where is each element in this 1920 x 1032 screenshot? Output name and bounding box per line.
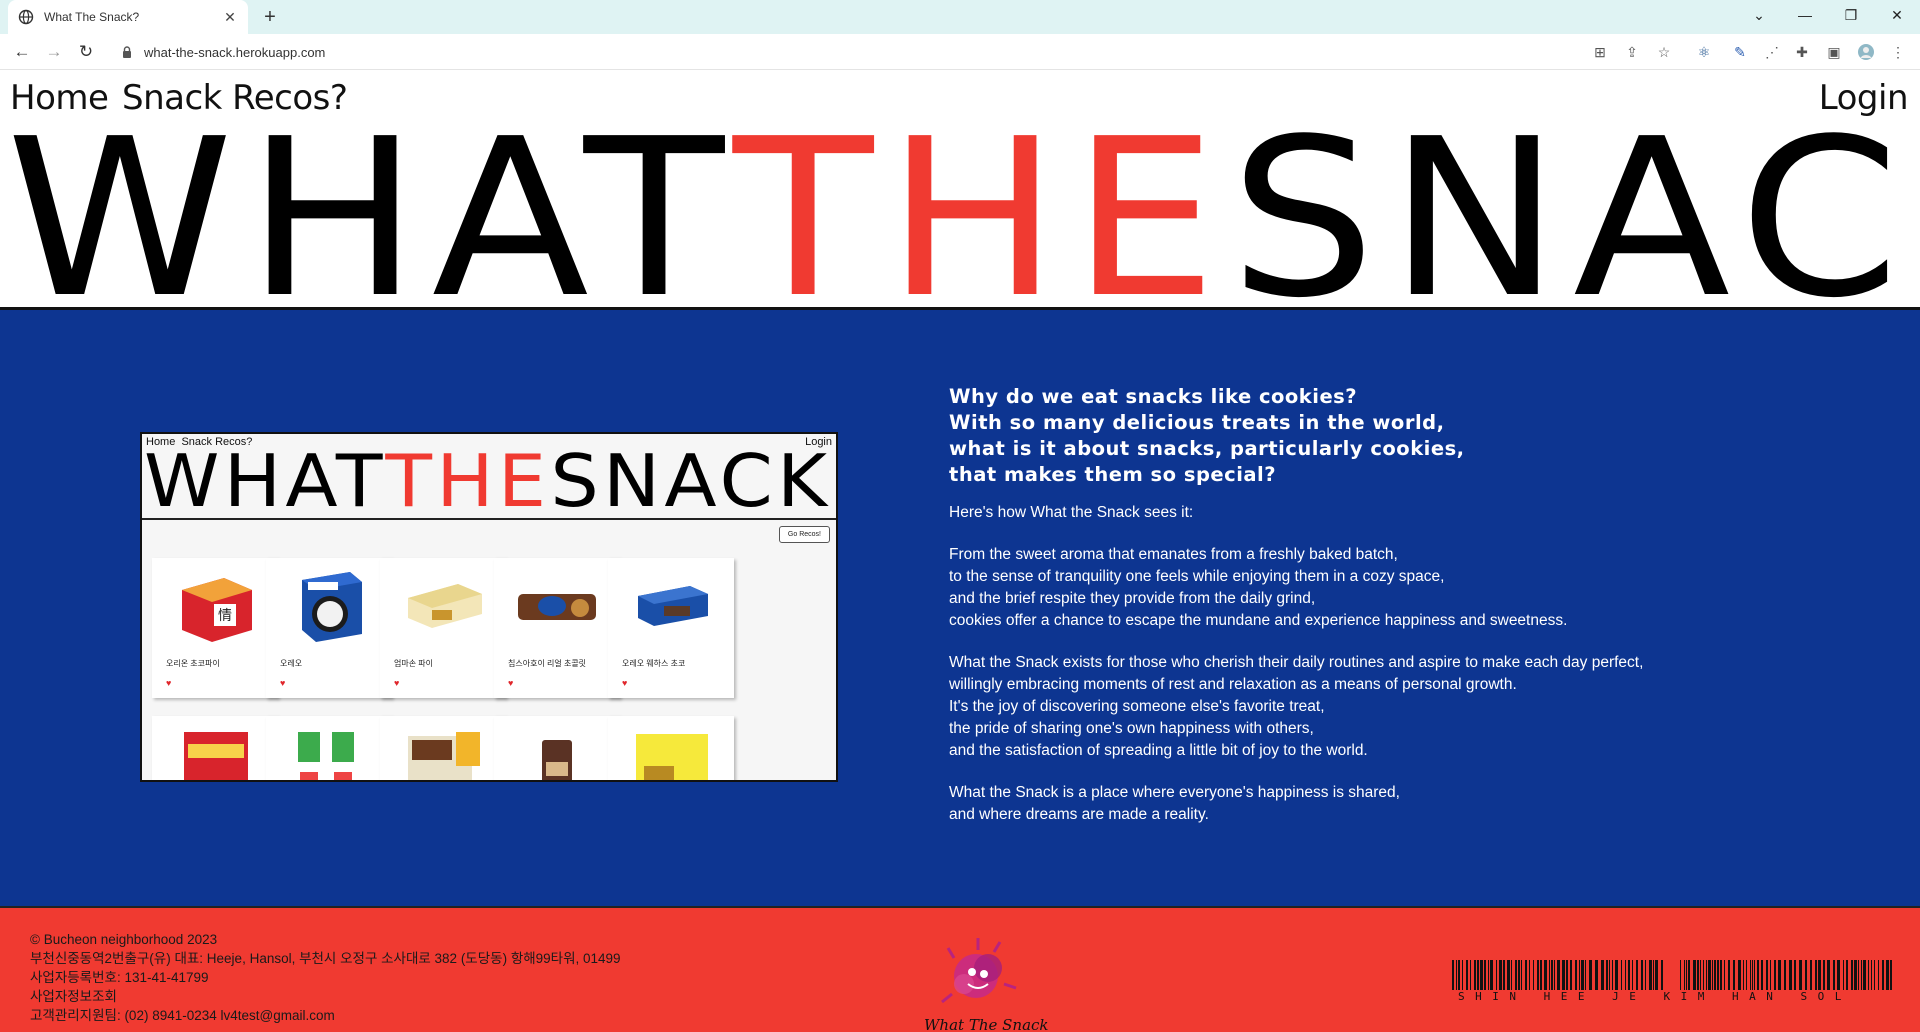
preview-card: 오레오 웨하스 초코 ♥ [608, 558, 734, 698]
about-paragraph: What the Snack exists for those who cher… [949, 654, 1644, 759]
about-paragraph: What the Snack is a place where everyone… [949, 784, 1400, 823]
nav-login-link[interactable]: Login [1819, 78, 1909, 118]
address-bar[interactable]: what-the-snack.herokuapp.com [110, 38, 1570, 66]
hero-title: WHATTHESNACK [6, 128, 1920, 308]
extension-tool-icon[interactable]: ✎ [1730, 42, 1750, 62]
preview-card-name: 오리온 초코파이 [166, 659, 220, 668]
site-nav: Home Snack Recos? Login [0, 70, 1920, 130]
footer-info: © Bucheon neighborhood 2023 부천신중동역2번출구(유… [30, 930, 621, 1025]
hero-title-snack: SNACK [1229, 128, 1920, 308]
barcode-icon [1452, 960, 1892, 990]
about-section: Home Snack Recos? Login WHATTHESNACK Go … [0, 310, 1920, 908]
about-heading: Why do we eat snacks like cookies? With … [949, 385, 1465, 486]
oreo-wafer-box-image [638, 586, 708, 626]
heart-icon: ♥ [508, 678, 514, 688]
nav-recos-link[interactable]: Snack Recos? [122, 78, 348, 118]
site-preview-screenshot: Home Snack Recos? Login WHATTHESNACK Go … [140, 432, 838, 782]
footer-copyright: © Bucheon neighborhood 2023 [30, 932, 218, 947]
footer-logo: What The Snack [908, 928, 1058, 1032]
preview-card: 오레오 ♥ [266, 558, 392, 698]
preview-card [494, 716, 620, 780]
preview-card [380, 716, 506, 780]
footer-logo-text: What The Snack [924, 1016, 1049, 1032]
snack-packs-image [298, 732, 354, 780]
hero-title-what: WHAT [6, 128, 733, 308]
footer-company: 부천신중동역2번출구(유) 대표: Heeje, Hansol, 부천시 오정구… [30, 951, 621, 966]
preview-hero-the: THE [385, 439, 551, 523]
oreo-box-image [302, 572, 362, 642]
hero-banner: WHATTHESNACK [0, 128, 1920, 308]
heart-icon: ♥ [394, 678, 400, 688]
footer-business-info-link[interactable]: 사업자정보조회 [30, 987, 621, 1006]
forward-icon[interactable]: → [42, 40, 66, 64]
heart-icon: ♥ [622, 678, 628, 688]
preview-card [608, 716, 734, 780]
extension-dots-icon[interactable]: ⋰ [1762, 42, 1782, 62]
footer-support: 고객관리지원팀: (02) 8941-0234 lv4test@gmail.co… [30, 1008, 335, 1023]
browser-menu-icon[interactable]: ⋮ [1888, 42, 1908, 62]
preview-card [266, 716, 392, 780]
back-icon[interactable]: ← [10, 40, 34, 64]
heart-icon: ♥ [166, 678, 172, 688]
browser-tabstrip: What The Snack? ✕ + ⌄ — ❐ ✕ [0, 0, 1920, 34]
svg-text:情: 情 [218, 607, 232, 623]
close-tab-icon[interactable]: ✕ [222, 9, 238, 26]
url-text: what-the-snack.herokuapp.com [144, 44, 326, 60]
preview-card-name: 칩스아호이 리얼 초콜릿 [508, 659, 587, 668]
mom-pie-box-image [408, 584, 482, 628]
footer-business-number: 사업자등록번호: 131-41-41799 [30, 970, 209, 985]
close-window-icon[interactable]: ✕ [1874, 0, 1920, 30]
preview-divider [142, 518, 836, 520]
preview-card-name: 오레오 [280, 659, 303, 668]
side-panel-icon[interactable]: ▣ [1824, 42, 1844, 62]
profile-avatar-icon[interactable] [1856, 42, 1876, 62]
chips-ahoy-pack-image [518, 594, 596, 620]
restore-icon[interactable]: ❐ [1828, 0, 1874, 30]
hero-title-the: THE [732, 128, 1230, 308]
snack-box-image [184, 732, 248, 780]
bookmark-star-icon[interactable]: ☆ [1654, 42, 1674, 62]
splash-logo-icon [941, 938, 1017, 1004]
chocochip-box-image [408, 732, 480, 780]
browser-tab[interactable]: What The Snack? ✕ [8, 0, 248, 34]
reload-icon[interactable]: ↻ [74, 40, 98, 64]
preview-card: 칩스아호이 리얼 초콜릿 ♥ [494, 558, 620, 698]
tab-title: What The Snack? [44, 10, 140, 24]
site-footer: © Bucheon neighborhood 2023 부천신중동역2번출구(유… [0, 908, 1920, 1032]
about-paragraph: Here's how What the Snack sees it: [949, 504, 1194, 521]
translate-icon[interactable]: ⊞ [1590, 42, 1610, 62]
browser-toolbar: ← → ↻ what-the-snack.herokuapp.com ⊞ ⇪ ☆… [0, 34, 1920, 70]
extensions-puzzle-icon[interactable]: ✚ [1792, 42, 1812, 62]
preview-card-name: 엄마손 파이 [394, 659, 434, 668]
chocopie-box-image: 情 [182, 578, 252, 642]
preview-card: 엄마손 파이 ♥ [380, 558, 506, 698]
preview-hero-what: WHAT [144, 439, 386, 523]
heart-icon: ♥ [280, 678, 286, 688]
tab-search-icon[interactable]: ⌄ [1736, 0, 1782, 30]
preview-card [152, 716, 278, 780]
preview-card: 情 오리온 초코파이 ♥ [152, 558, 278, 698]
preview-hero: WHATTHESNACK [144, 444, 831, 518]
cookie-bag-image [542, 740, 572, 780]
react-devtools-icon[interactable]: ⚛ [1694, 42, 1714, 62]
globe-icon [18, 9, 34, 25]
yellow-snack-image [636, 734, 708, 780]
lock-icon [120, 45, 134, 59]
about-paragraph: From the sweet aroma that emanates from … [949, 546, 1568, 629]
preview-hero-snack: SNACK [550, 439, 832, 523]
minimize-icon[interactable]: — [1782, 0, 1828, 30]
preview-card-name: 오레오 웨하스 초코 [622, 659, 686, 668]
nav-home-link[interactable]: Home [10, 78, 109, 118]
share-icon[interactable]: ⇪ [1622, 42, 1642, 62]
barcode-caption: SHIN HEE JE KIM HAN SOL [1458, 990, 1852, 1003]
about-text: Why do we eat snacks like cookies? With … [949, 384, 1809, 846]
new-tab-icon[interactable]: + [258, 5, 282, 29]
preview-go-recos-button: Go Recos! [778, 526, 830, 543]
